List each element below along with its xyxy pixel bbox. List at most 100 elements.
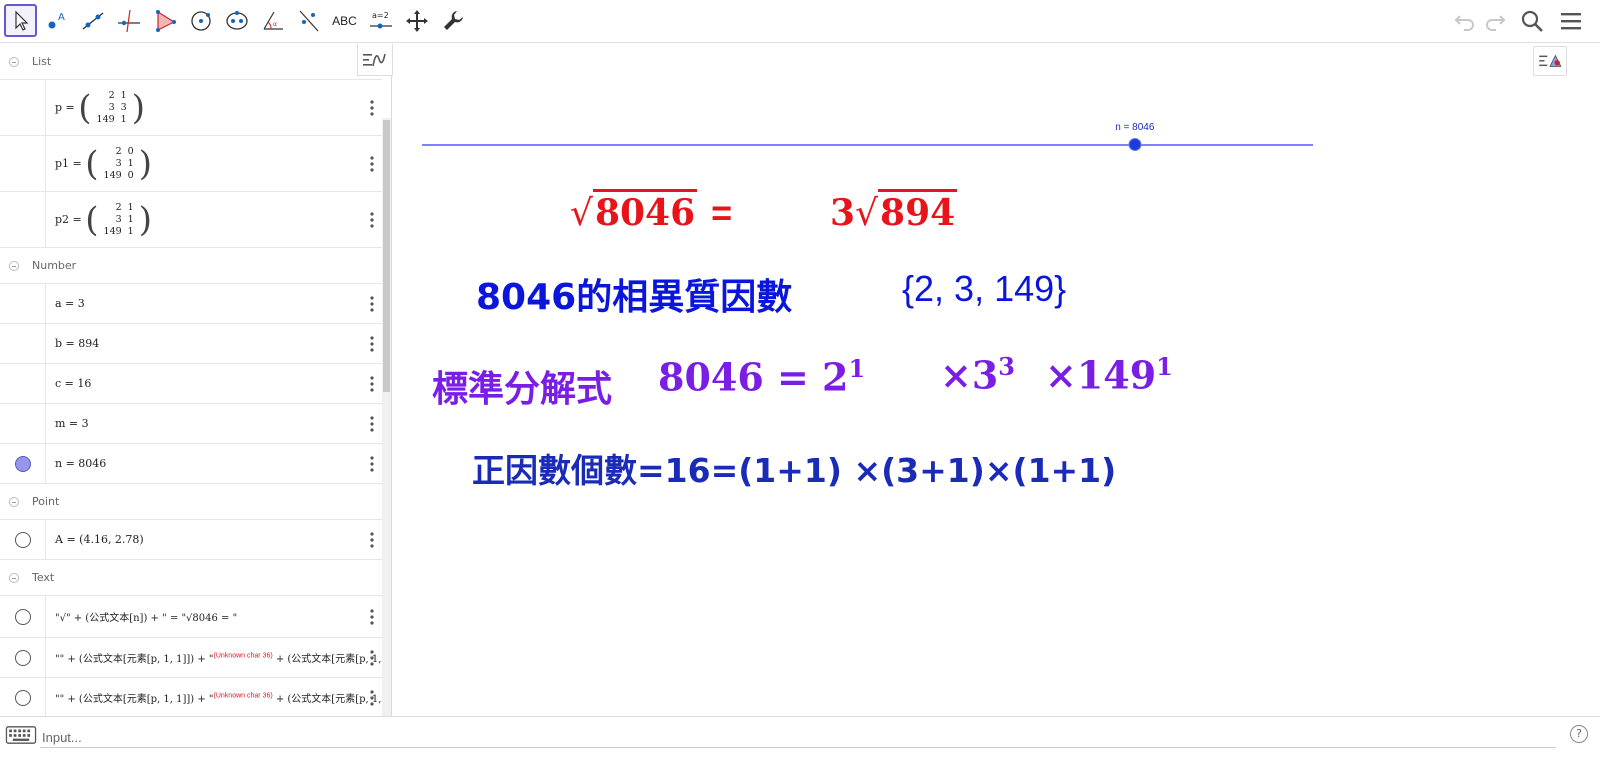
more-options-icon[interactable]	[369, 415, 375, 432]
algebra-settings-icon	[363, 53, 386, 66]
more-options-icon[interactable]	[369, 531, 375, 548]
help-icon[interactable]: ?	[1570, 725, 1588, 743]
main-menu-button[interactable]	[1556, 6, 1586, 36]
more-options-icon[interactable]	[369, 335, 375, 352]
more-options-icon[interactable]	[369, 608, 375, 625]
more-options-icon[interactable]	[369, 375, 375, 392]
graphics-style-button[interactable]	[1533, 46, 1567, 76]
point-icon: A	[48, 12, 65, 28]
standard-form-term1: 8046 = 21	[658, 354, 866, 400]
sqrt-icon: √	[570, 193, 593, 234]
list-item-c[interactable]: c = 16	[0, 364, 382, 404]
algebra-style-button[interactable]	[357, 44, 393, 76]
collapse-icon[interactable]	[9, 56, 19, 67]
keyboard-toggle[interactable]	[4, 723, 38, 747]
hamburger-menu-icon	[1561, 13, 1581, 30]
algebra-input[interactable]: Input...	[40, 722, 1556, 748]
perpendicular-tool[interactable]	[112, 4, 145, 37]
conic-tool[interactable]	[220, 4, 253, 37]
perpendicular-icon	[117, 9, 140, 32]
slider-handle[interactable]	[1128, 138, 1142, 151]
matrix: (2 1 3 3 149 1)	[78, 89, 145, 126]
line-icon	[82, 11, 103, 30]
list-item-text2[interactable]: "" + (公式文本[元素[p, 1, 1]]) + "(Unknown cha…	[0, 638, 382, 678]
group-header-text[interactable]: Text	[0, 560, 382, 596]
move-tool[interactable]	[4, 4, 37, 37]
visibility-toggle[interactable]	[14, 531, 31, 548]
distinct-prime-factors-label: 8046的相異質因數	[476, 277, 793, 318]
undo-icon	[1454, 15, 1474, 31]
polygon-tool[interactable]	[148, 4, 181, 37]
list-item-a[interactable]: a = 3	[0, 284, 382, 324]
list-item-text3[interactable]: "" + (公式文本[元素[p, 1, 1]]) + "(Unknown cha…	[0, 678, 382, 716]
list-item-p2[interactable]: p2 = (2 1 3 1 149 1)	[0, 192, 382, 248]
more-options-icon[interactable]	[369, 211, 375, 228]
divisor-count-formula: 正因數個數=16=(1+1) ×(3+1)×(1+1)	[472, 451, 1117, 490]
angle-icon: α	[262, 11, 283, 30]
redo-button[interactable]	[1480, 6, 1510, 36]
move-graphics-tool[interactable]	[400, 4, 433, 37]
list-item-p1[interactable]: p1 = (2 0 3 1 149 0)	[0, 136, 382, 192]
list-item-m[interactable]: m = 3	[0, 404, 382, 444]
keyboard-icon	[5, 726, 37, 744]
standard-form-label: 標準分解式	[432, 368, 613, 410]
toolbar: A α ABC a=2	[0, 0, 1600, 43]
sqrt-icon: √	[855, 193, 879, 234]
standard-form-term2: ×33	[940, 352, 1015, 398]
tools-more[interactable]	[436, 4, 469, 37]
visibility-toggle[interactable]	[14, 608, 31, 625]
line-tool[interactable]	[76, 4, 109, 37]
visibility-toggle[interactable]	[14, 689, 31, 706]
sqrt-equation: √8046 =	[570, 189, 732, 240]
group-header-point[interactable]: Point	[0, 484, 382, 520]
search-icon	[1521, 10, 1543, 32]
visibility-toggle[interactable]	[14, 649, 31, 666]
slider-n[interactable]: n = 8046	[422, 122, 1313, 151]
vertical-scrollbar[interactable]	[382, 118, 391, 716]
svg-text:α: α	[273, 21, 277, 28]
visibility-toggle[interactable]	[14, 455, 31, 472]
search-button[interactable]	[1517, 6, 1547, 36]
algebra-list: List p = (2 1 3 3 149 1) p1 = (2 0 3 1 149 0) p2 =…	[0, 44, 382, 716]
list-item-text1[interactable]: "√" + (公式文本[n]) + " = "√8046 = "	[0, 596, 382, 638]
group-header-number[interactable]: Number	[0, 248, 382, 284]
input-bar: Input... ?	[0, 716, 1600, 767]
arrow-cursor-icon	[14, 10, 28, 31]
undo-button[interactable]	[1450, 6, 1480, 36]
matrix: (2 1 3 1 149 1)	[85, 201, 152, 238]
svg-text:a=2: a=2	[372, 11, 389, 20]
list-item-b[interactable]: b = 894	[0, 324, 382, 364]
more-options-icon[interactable]	[369, 455, 375, 472]
more-options-icon[interactable]	[369, 649, 375, 666]
more-options-icon[interactable]	[369, 689, 375, 706]
list-item-p[interactable]: p = (2 1 3 3 149 1)	[0, 80, 382, 136]
collapse-icon[interactable]	[9, 260, 19, 271]
collapse-icon[interactable]	[9, 496, 19, 507]
redo-icon	[1486, 15, 1506, 31]
sqrt-simplified: 3√894	[830, 189, 958, 240]
slider-label: n = 8046	[1115, 122, 1155, 133]
prime-factor-set: {2, 3, 149}	[902, 268, 1067, 309]
more-options-icon[interactable]	[369, 99, 375, 116]
reflect-tool[interactable]	[292, 4, 325, 37]
list-item-n[interactable]: n = 8046	[0, 444, 382, 484]
list-item-A[interactable]: A = (4.16, 2.78)	[0, 520, 382, 560]
ellipse-icon	[225, 10, 248, 30]
wrench-icon	[443, 10, 463, 30]
angle-tool[interactable]: α	[256, 4, 289, 37]
point-tool[interactable]: A	[40, 4, 73, 37]
circle-icon	[190, 10, 211, 31]
collapse-icon[interactable]	[9, 572, 19, 583]
more-options-icon[interactable]	[369, 155, 375, 172]
slider-tool[interactable]: a=2	[364, 4, 397, 37]
slider-icon: a=2	[369, 11, 392, 28]
graphics-view[interactable]: n = 8046 √8046 = 3√894 8046的相異質因數 {2, 3,…	[400, 44, 1600, 716]
algebra-view: List p = (2 1 3 3 149 1) p1 = (2 0 3 1 149 0) p2 =…	[0, 44, 392, 716]
polygon-icon	[155, 9, 176, 32]
more-options-icon[interactable]	[369, 295, 375, 312]
reflect-icon	[299, 10, 318, 31]
text-icon: ABC	[332, 13, 357, 28]
text-tool[interactable]: ABC	[328, 4, 361, 37]
group-header-list[interactable]: List	[0, 44, 382, 80]
circle-tool[interactable]	[184, 4, 217, 37]
